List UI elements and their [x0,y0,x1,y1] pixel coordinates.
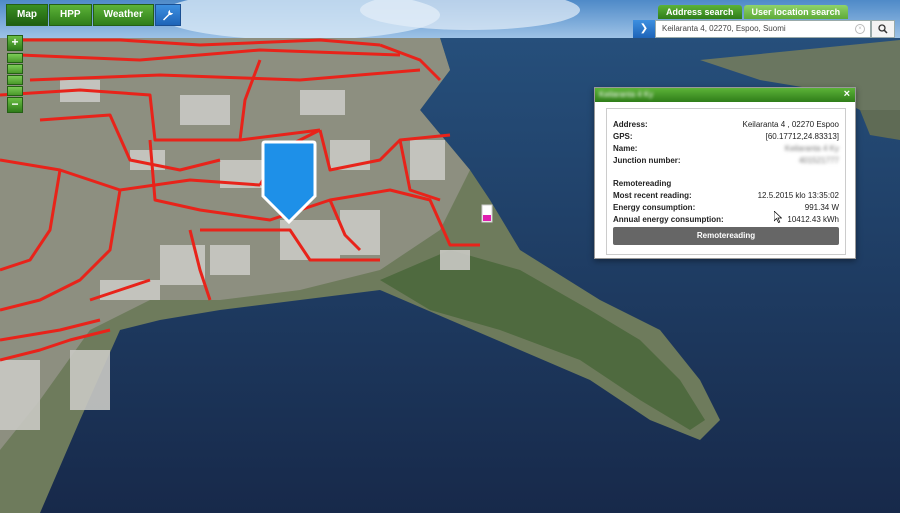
reading-annual-energy: Annual energy consumption: 10412.43 kWh [613,215,839,226]
popup-header: Keilaranta 4 Ky × [595,88,855,102]
field-label: GPS: [613,132,633,141]
tab-map[interactable]: Map [6,4,48,26]
field-value: 10412.43 kWh [787,215,839,224]
field-junction-number: Junction number: 401521777 [613,156,839,167]
section-remotereading: Remotereading [613,179,839,190]
section-title: Remotereading [613,179,672,188]
search-go-button[interactable]: ❯ [633,20,655,38]
zoom-level-slot[interactable] [7,53,23,63]
field-label: Annual energy consumption: [613,215,724,224]
field-label: Junction number: [613,156,681,165]
field-label: Name: [613,144,638,153]
clear-icon[interactable]: × [855,24,865,34]
search-tabs: Address search User location search [658,5,849,19]
field-value: 12.5.2015 klo 13:35:02 [757,191,839,200]
search-bar: ❯ Keilaranta 4, 02270, Espoo, Suomi × [633,20,895,38]
field-value: [60.17712,24.83313] [765,132,839,141]
tab-user-location-search[interactable]: User location search [743,5,849,19]
search-button[interactable] [871,20,895,38]
remotereading-button[interactable]: Remotereading [613,227,839,245]
zoom-out-button[interactable]: − [7,97,23,113]
field-label: Address: [613,120,648,129]
tab-hpp[interactable]: HPP [49,4,92,26]
zoom-in-button[interactable]: + [7,35,23,51]
field-label: Energy consumption: [613,203,696,212]
field-label: Most recent reading: [613,191,692,200]
popup-body: Address: Keilaranta 4 , 02270 Espoo GPS:… [606,108,846,255]
field-address: Address: Keilaranta 4 , 02270 Espoo [613,120,839,131]
wrench-icon [162,10,173,21]
tools-button[interactable] [154,4,181,26]
popup-title: Keilaranta 4 Ky [599,90,654,99]
zoom-level-slot[interactable] [7,75,23,85]
field-name: Name: Keilaranta 4 Ky [613,144,839,155]
zoom-level-slot[interactable] [7,86,23,96]
info-popup: Keilaranta 4 Ky × Address: Keilaranta 4 … [594,87,856,259]
close-icon[interactable]: × [844,88,850,100]
mouse-cursor-icon [774,211,782,223]
zoom-level-slot[interactable] [7,64,23,74]
field-value: 991.34 W [804,203,839,212]
search-input-value: Keilaranta 4, 02270, Espoo, Suomi [662,24,786,33]
location-pin-icon[interactable] [261,140,317,224]
tab-address-search[interactable]: Address search [658,5,742,19]
zoom-control: + − [7,35,23,115]
magnifier-icon [878,24,888,34]
tab-weather[interactable]: Weather [92,4,154,26]
field-gps: GPS: [60.17712,24.83313] [613,132,839,143]
reading-energy-consumption: Energy consumption: 991.34 W [613,203,839,214]
address-search-input[interactable]: Keilaranta 4, 02270, Espoo, Suomi × [655,20,871,38]
field-value-redacted: 401521777 [798,156,839,165]
top-nav: Map HPP Weather [6,4,181,26]
field-value-redacted: Keilaranta 4 Ky [784,144,839,153]
field-value: Keilaranta 4 , 02270 Espoo [742,120,839,129]
chevron-right-icon: ❯ [639,23,649,34]
reading-most-recent: Most recent reading: 12.5.2015 klo 13:35… [613,191,839,202]
